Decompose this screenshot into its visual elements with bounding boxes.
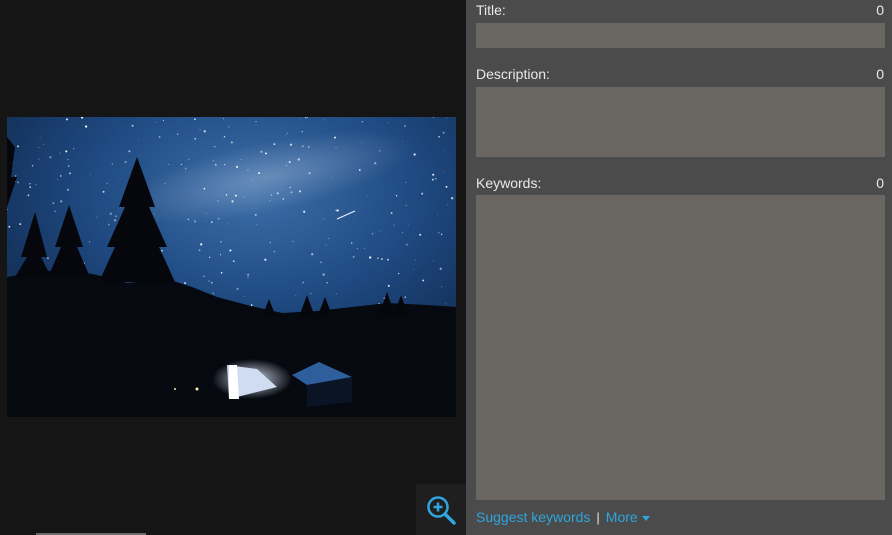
description-textarea[interactable] [476,87,885,157]
keywords-label-row: Keywords: 0 [476,175,884,191]
caret-down-icon [641,515,650,521]
link-separator: | [596,509,600,525]
zoom-in-icon [427,495,456,525]
keyword-actions: Suggest keywords | More [476,508,650,526]
keywords-count: 0 [876,175,884,191]
more-label: More [605,509,638,525]
title-label: Title: [476,2,506,18]
description-label-row: Description: 0 [476,66,884,82]
keywords-textarea[interactable] [476,195,885,500]
zoom-button[interactable] [416,484,466,535]
suggest-keywords-link[interactable]: Suggest keywords [476,509,590,525]
title-char-count: 0 [876,2,884,18]
keywords-label: Keywords: [476,175,542,191]
description-char-count: 0 [876,66,884,82]
photo-preview [7,117,456,417]
description-label: Description: [476,66,550,82]
title-label-row: Title: 0 [476,2,884,18]
title-input[interactable] [476,23,885,48]
more-menu-button[interactable]: More [606,509,650,525]
image-preview-pane [0,0,466,535]
metadata-panel: Title: 0 Description: 0 Keywords: 0 Sugg… [466,0,892,535]
